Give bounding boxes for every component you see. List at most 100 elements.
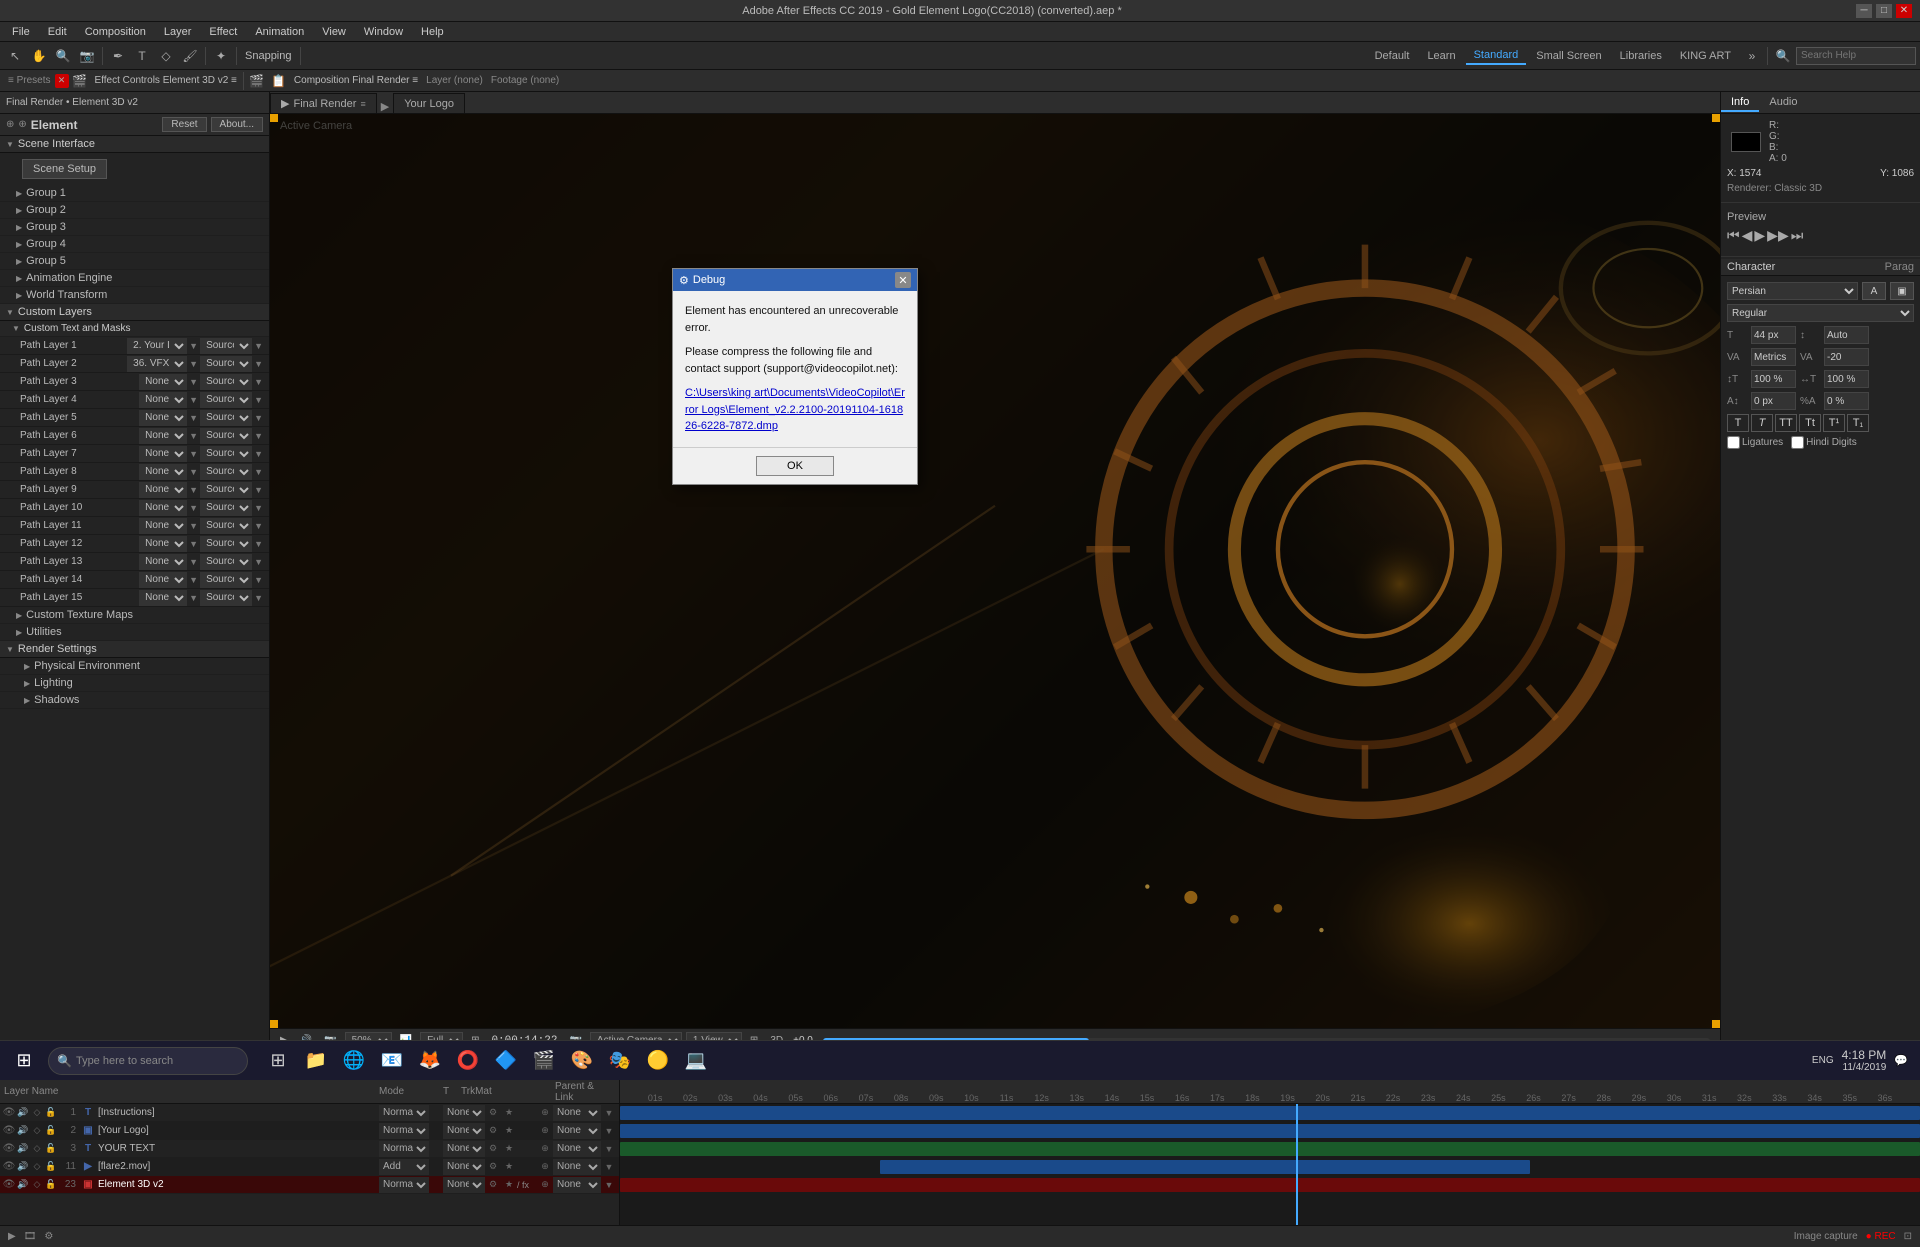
layer-link-4[interactable]: ▼: [601, 1180, 617, 1190]
layer-solo-3[interactable]: ◇: [30, 1161, 44, 1172]
menu-window[interactable]: Window: [356, 24, 411, 40]
pl-val-6[interactable]: None: [139, 428, 187, 444]
layer-lock-4[interactable]: 🔓: [44, 1179, 58, 1190]
taskbar-app-9[interactable]: 🎭: [602, 1043, 638, 1079]
layer-3d-1[interactable]: ⊕: [537, 1125, 553, 1136]
pl-src-4[interactable]: Source: [200, 392, 252, 408]
layer-tikmat-0[interactable]: None: [443, 1105, 485, 1121]
pl-val-12[interactable]: None: [139, 536, 187, 552]
comp-btn2[interactable]: 📋: [268, 70, 290, 92]
pl-src-15[interactable]: Source: [200, 590, 252, 606]
layer-vis-2[interactable]: 👁: [2, 1143, 16, 1154]
pl-val-1[interactable]: 2. Your L: [127, 338, 187, 354]
small-caps-btn[interactable]: Tt: [1799, 414, 1821, 432]
pl-val-13[interactable]: None: [139, 554, 187, 570]
menu-help[interactable]: Help: [413, 24, 452, 40]
layer-vis-4[interactable]: 👁: [2, 1179, 16, 1190]
shape-tool[interactable]: ◇: [155, 45, 177, 67]
pl-src-11[interactable]: Source: [200, 518, 252, 534]
hand-tool[interactable]: ✋: [28, 45, 50, 67]
layer-parent-2[interactable]: None: [553, 1141, 601, 1157]
super-btn[interactable]: T¹: [1823, 414, 1845, 432]
layer-row-0[interactable]: 👁 🔊 ◇ 🔓 1 T [Instructions] Normal None ⚙…: [0, 1104, 619, 1122]
group-3[interactable]: ▶ Group 3: [0, 219, 269, 236]
ligatures-cb[interactable]: [1727, 436, 1740, 449]
pl-src-1[interactable]: Source: [200, 338, 252, 354]
comp-viewer-btn[interactable]: 🎬: [246, 70, 268, 92]
pl-src-2[interactable]: Source: [200, 356, 252, 372]
layer-3d-4[interactable]: ⊕: [537, 1179, 553, 1190]
layer-lock-0[interactable]: 🔓: [44, 1107, 58, 1118]
pl-src-14[interactable]: Source: [200, 572, 252, 588]
group-5[interactable]: ▶ Group 5: [0, 253, 269, 270]
start-btn[interactable]: ⊞: [4, 1043, 44, 1079]
text-tool[interactable]: T: [131, 45, 153, 67]
custom-layers-section[interactable]: ▼ Custom Layers: [0, 304, 269, 321]
layer-link-2[interactable]: ▼: [601, 1144, 617, 1154]
menu-effect[interactable]: Effect: [201, 24, 245, 40]
menu-view[interactable]: View: [314, 24, 354, 40]
dialog-close-btn[interactable]: ✕: [895, 272, 911, 288]
select-tool[interactable]: ↖: [4, 45, 26, 67]
lighting[interactable]: ▶ Lighting: [0, 675, 269, 692]
layer-row-1[interactable]: 👁 🔊 ◇ 🔓 2 ▣ [Your Logo] Normal None ⚙ ★ …: [0, 1122, 619, 1140]
pl-src-12[interactable]: Source: [200, 536, 252, 552]
physical-environment[interactable]: ▶ Physical Environment: [0, 658, 269, 675]
audio-tab[interactable]: Audio: [1759, 94, 1807, 112]
pl-src-13[interactable]: Source: [200, 554, 252, 570]
layer-fx-1[interactable]: ⚙: [485, 1125, 501, 1136]
preview-prev[interactable]: ◀: [1742, 227, 1753, 244]
preview-first[interactable]: ⏮: [1727, 227, 1740, 244]
pl-val-14[interactable]: None: [139, 572, 187, 588]
close-btn[interactable]: ✕: [1896, 4, 1912, 18]
preview-last[interactable]: ⏭: [1791, 227, 1804, 244]
brush-tool[interactable]: 🖌: [179, 45, 201, 67]
workspace-kingart[interactable]: KING ART: [1672, 48, 1739, 64]
pl-src-8[interactable]: Source: [200, 464, 252, 480]
layer-tikmat-4[interactable]: None: [443, 1177, 485, 1193]
font-dropdown[interactable]: Persian: [1727, 282, 1858, 300]
pl-src-6[interactable]: Source: [200, 428, 252, 444]
hscale-input[interactable]: [1824, 370, 1869, 388]
pl-src-10[interactable]: Source: [200, 500, 252, 516]
pl-val-2[interactable]: 36. VFXG: [127, 356, 187, 372]
font-stroke-btn[interactable]: ▣: [1890, 282, 1914, 300]
pl-val-10[interactable]: None: [139, 500, 187, 516]
bold-btn[interactable]: T: [1727, 414, 1749, 432]
workspace-small[interactable]: Small Screen: [1528, 48, 1609, 64]
menu-composition[interactable]: Composition: [77, 24, 154, 40]
camera-tool[interactable]: 📷: [76, 45, 98, 67]
layer-tikmat-2[interactable]: None: [443, 1141, 485, 1157]
layer-row-2[interactable]: 👁 🔊 ◇ 🔓 3 T YOUR TEXT Normal None ⚙ ★ ⊕ …: [0, 1140, 619, 1158]
taskbar-app-8[interactable]: 🎨: [564, 1043, 600, 1079]
layer-parent-3[interactable]: None: [553, 1159, 601, 1175]
pl-val-7[interactable]: None: [139, 446, 187, 462]
layer-link-0[interactable]: ▼: [601, 1108, 617, 1118]
scene-interface-section[interactable]: ▼ Scene Interface: [0, 136, 269, 153]
layer-vis-1[interactable]: 👁: [2, 1125, 16, 1136]
hindi-digits-cb[interactable]: [1791, 436, 1804, 449]
menu-layer[interactable]: Layer: [156, 24, 200, 40]
pl-src-5[interactable]: Source: [200, 410, 252, 426]
layer-parent-4[interactable]: None: [553, 1177, 601, 1193]
zoom-tool[interactable]: 🔍: [52, 45, 74, 67]
comp-tab-finalrender[interactable]: ▶ Final Render ≡: [270, 93, 377, 113]
sub-btn[interactable]: T₁: [1847, 414, 1869, 432]
menu-animation[interactable]: Animation: [247, 24, 312, 40]
workspace-more[interactable]: »: [1741, 45, 1763, 67]
shadows[interactable]: ▶ Shadows: [0, 692, 269, 709]
layer-lock-1[interactable]: 🔓: [44, 1125, 58, 1136]
maximize-btn[interactable]: □: [1876, 4, 1892, 18]
taskbar-app-11[interactable]: 💻: [678, 1043, 714, 1079]
scene-setup-btn[interactable]: Scene Setup: [22, 159, 107, 179]
layer-link-3[interactable]: ▼: [601, 1162, 617, 1172]
layer-tikmat-1[interactable]: None: [443, 1123, 485, 1139]
layer-mode-1[interactable]: Normal: [379, 1123, 429, 1139]
layer-mode-3[interactable]: Add: [379, 1159, 429, 1175]
layer-vis-3[interactable]: 👁: [2, 1161, 16, 1172]
pl-val-11[interactable]: None: [139, 518, 187, 534]
pen-tool[interactable]: ✒: [107, 45, 129, 67]
group-1[interactable]: ▶ Group 1: [0, 185, 269, 202]
pl-val-15[interactable]: None: [139, 590, 187, 606]
pl-src-9[interactable]: Source: [200, 482, 252, 498]
